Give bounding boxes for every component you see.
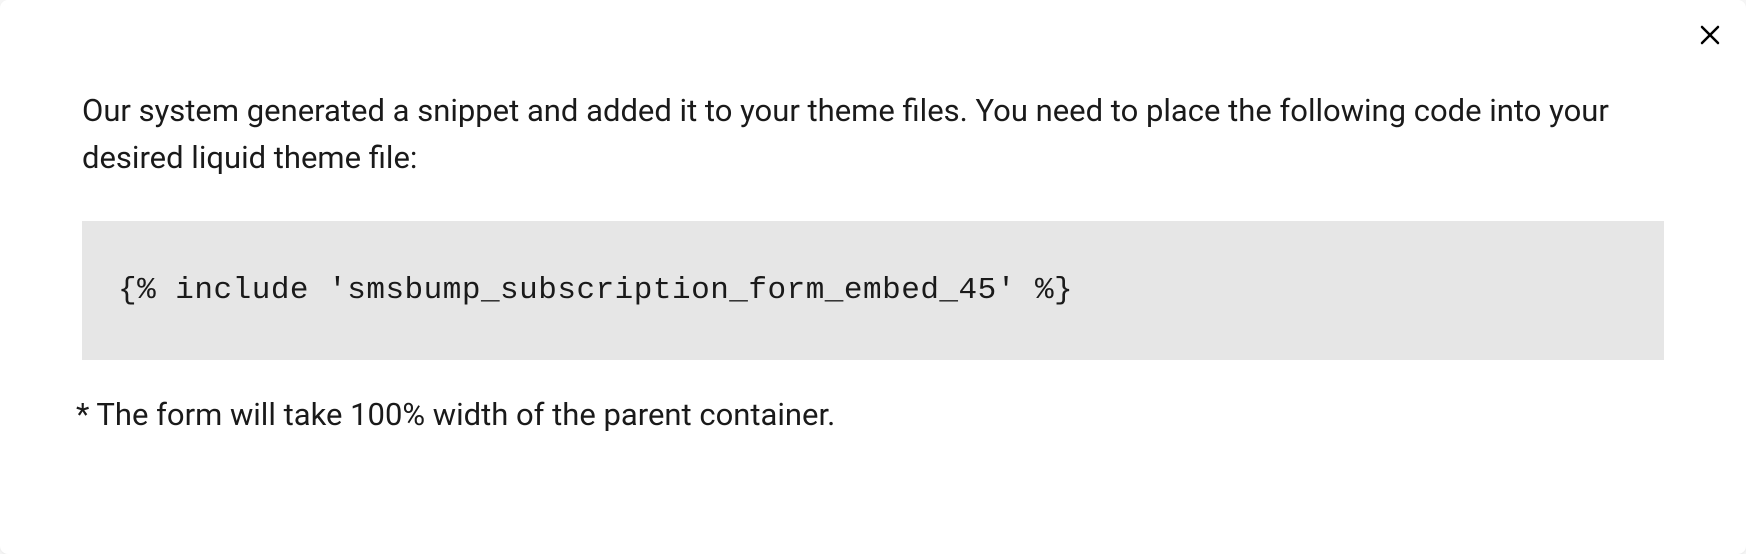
instruction-text: Our system generated a snippet and added… [82,88,1664,181]
note-text: * The form will take 100% width of the p… [76,396,1664,433]
snippet-modal: Our system generated a snippet and added… [0,0,1746,554]
code-snippet: {% include 'smsbump_subscription_form_em… [118,273,1073,308]
close-button[interactable] [1692,18,1728,54]
close-icon [1698,23,1722,50]
code-block: {% include 'smsbump_subscription_form_em… [82,221,1664,360]
